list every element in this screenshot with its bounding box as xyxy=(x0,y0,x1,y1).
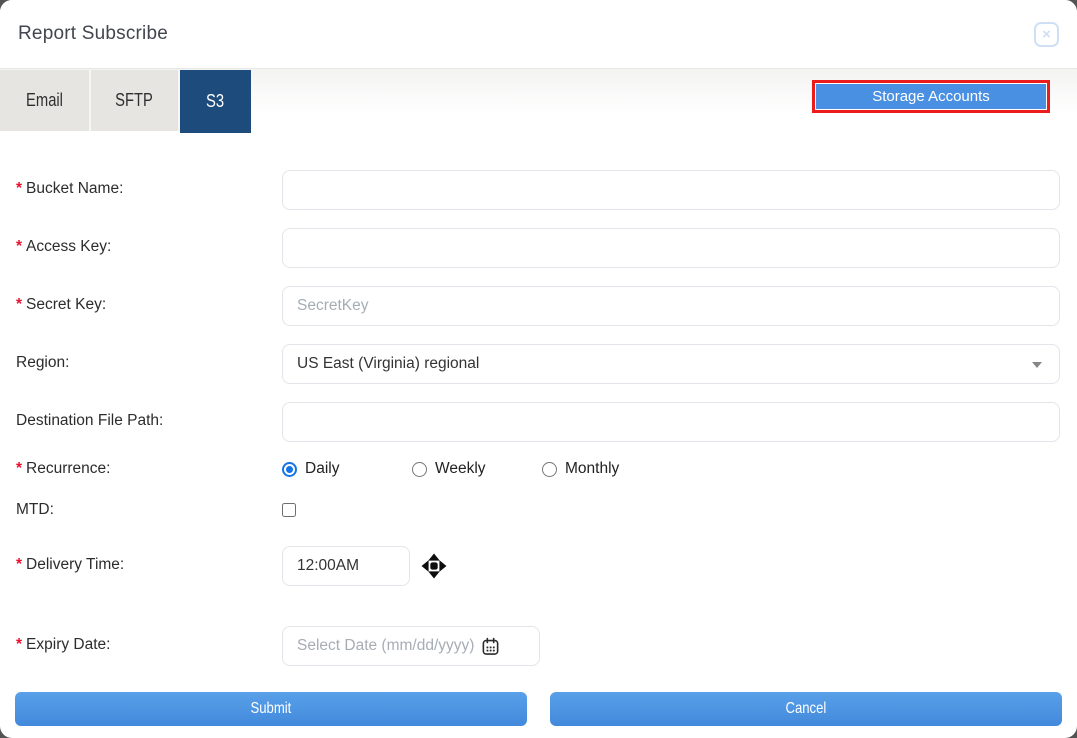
destination-file-path-input[interactable] xyxy=(282,402,1060,442)
secret-key-row: * Secret Key: xyxy=(16,286,1060,326)
recurrence-option-daily[interactable]: Daily xyxy=(282,460,412,478)
tab-s3-label: S3 xyxy=(206,91,225,111)
report-subscribe-dialog: Report Subscribe × Email SFTP S3 Storage… xyxy=(0,0,1077,738)
required-asterisk: * xyxy=(16,296,23,313)
region-select[interactable]: US East (Virginia) regional xyxy=(282,344,1060,384)
access-key-input[interactable] xyxy=(282,228,1060,268)
storage-accounts-button[interactable]: Storage Accounts xyxy=(816,84,1046,109)
bucket-name-input[interactable] xyxy=(282,170,1060,210)
calendar-icon[interactable] xyxy=(481,637,500,656)
tab-email[interactable]: Email xyxy=(0,70,91,131)
tab-bar: Email SFTP S3 Storage Accounts xyxy=(0,68,1077,133)
radio-daily-label: Daily xyxy=(305,460,340,477)
secret-key-label: * Secret Key: xyxy=(16,296,107,313)
close-icon[interactable]: × xyxy=(1034,21,1059,47)
page-title: Report Subscribe xyxy=(18,23,168,44)
destination-file-path-label: Destination File Path: xyxy=(16,412,164,429)
chevron-down-icon xyxy=(1032,362,1042,368)
tab-email-label: Email xyxy=(26,90,63,110)
required-asterisk: * xyxy=(16,238,23,255)
dialog-footer: Submit Cancel xyxy=(15,692,1062,726)
access-key-label: * Access Key: xyxy=(16,238,112,255)
storage-accounts-highlight-box: Storage Accounts xyxy=(812,80,1050,113)
required-asterisk: * xyxy=(16,556,23,573)
access-key-row: * Access Key: xyxy=(16,228,1060,268)
expiry-date-row: * Expiry Date: Select Date (mm/dd/yyyy) xyxy=(16,626,1060,666)
expiry-date-input[interactable]: Select Date (mm/dd/yyyy) xyxy=(282,626,540,666)
bucket-name-label: * Bucket Name: xyxy=(16,180,124,197)
region-selected-value: US East (Virginia) regional xyxy=(297,355,480,372)
radio-monthly[interactable] xyxy=(542,461,557,477)
radio-weekly-label: Weekly xyxy=(435,460,486,477)
radio-weekly[interactable] xyxy=(412,461,427,477)
recurrence-label: * Recurrence: xyxy=(16,460,111,477)
time-picker-move-icon[interactable] xyxy=(421,553,447,579)
secret-key-input[interactable] xyxy=(282,286,1060,326)
s3-subscribe-form: * Bucket Name: * Access Key: * Secret Key: xyxy=(0,133,1077,692)
expiry-date-placeholder: Select Date (mm/dd/yyyy) xyxy=(297,637,475,654)
recurrence-option-weekly[interactable]: Weekly xyxy=(412,460,542,478)
mtd-label: MTD: xyxy=(16,501,54,518)
radio-daily[interactable] xyxy=(282,461,297,477)
tab-sftp-label: SFTP xyxy=(115,90,154,110)
dialog-header: Report Subscribe × xyxy=(0,0,1077,68)
tab-sftp[interactable]: SFTP xyxy=(91,70,180,131)
delivery-time-row: * Delivery Time: xyxy=(16,546,1060,586)
recurrence-option-monthly[interactable]: Monthly xyxy=(542,460,672,478)
mtd-row: MTD: xyxy=(16,501,1060,519)
mtd-checkbox[interactable] xyxy=(282,503,296,517)
submit-button[interactable]: Submit xyxy=(15,692,527,726)
region-row: Region: US East (Virginia) regional xyxy=(16,344,1060,384)
tab-s3[interactable]: S3 xyxy=(180,70,251,133)
expiry-date-label: * Expiry Date: xyxy=(16,636,111,653)
recurrence-row: * Recurrence: Daily Weekly Monthly xyxy=(16,460,1060,478)
required-asterisk: * xyxy=(16,636,23,653)
delivery-time-input[interactable] xyxy=(282,546,410,586)
required-asterisk: * xyxy=(16,180,23,197)
radio-monthly-label: Monthly xyxy=(565,460,620,477)
cancel-button[interactable]: Cancel xyxy=(550,692,1062,726)
bucket-name-row: * Bucket Name: xyxy=(16,170,1060,210)
region-label: Region: xyxy=(16,354,70,371)
destination-file-path-row: Destination File Path: xyxy=(16,402,1060,442)
required-asterisk: * xyxy=(16,460,23,477)
delivery-time-label: * Delivery Time: xyxy=(16,556,125,573)
